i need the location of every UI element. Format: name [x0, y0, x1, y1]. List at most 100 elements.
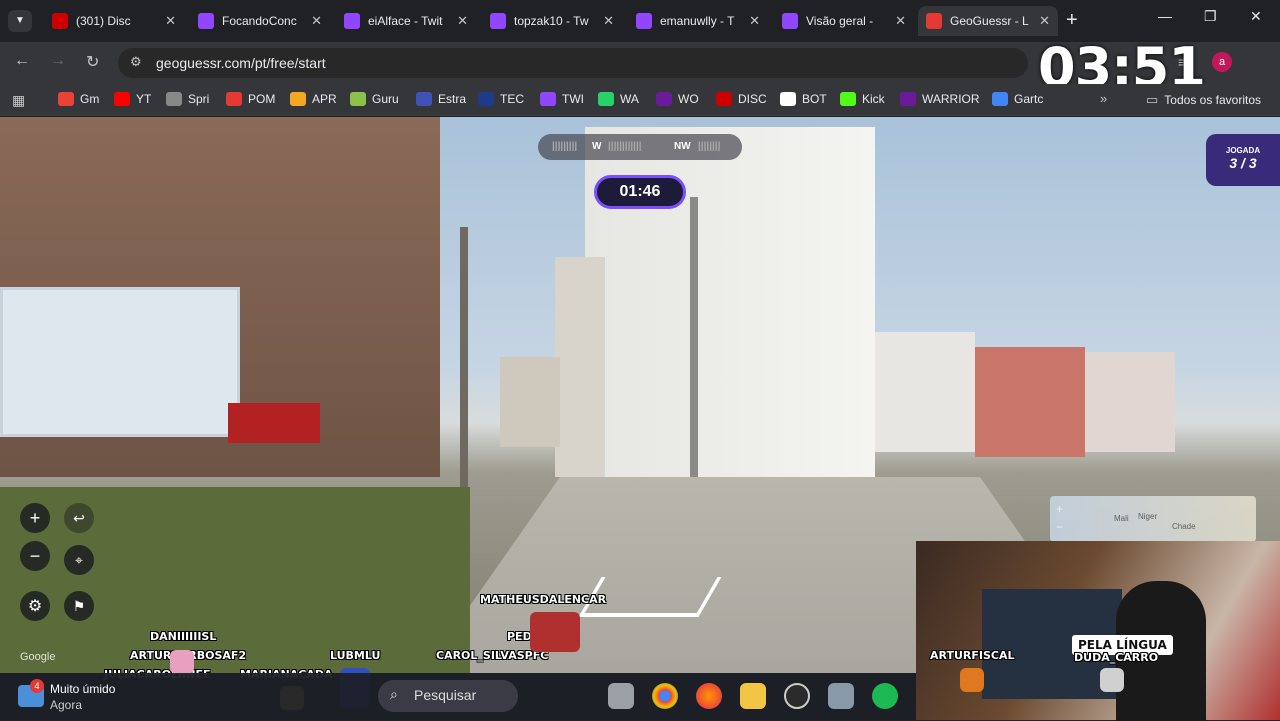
map-zoom-out-icon[interactable]: − — [1056, 520, 1063, 534]
undo-move-button[interactable]: ↩ — [64, 503, 94, 533]
bookmark-label: Gm — [80, 92, 100, 106]
bookmark-item[interactable]: Spri — [166, 92, 209, 106]
side-building — [555, 257, 605, 477]
browser-tab[interactable]: (301) Disc ✕ — [44, 6, 184, 36]
bot-icon — [780, 92, 796, 106]
bookmark-item[interactable]: Estra — [416, 92, 466, 106]
more-bookmarks-icon[interactable]: » — [1100, 91, 1107, 106]
viewer-sprite — [1100, 668, 1124, 692]
youtube-icon — [52, 13, 68, 29]
browser-tab[interactable]: Visão geral - ✕ — [774, 6, 914, 36]
estra-icon — [416, 92, 432, 106]
app-icon[interactable] — [828, 683, 854, 709]
round-counter: JOGADA 3 / 3 — [1206, 134, 1280, 186]
browser-tab[interactable]: eiAlface - Twit ✕ — [336, 6, 476, 36]
whatsapp-icon — [598, 92, 614, 106]
return-to-start-button[interactable]: ⌖ — [64, 545, 94, 575]
bookmark-item[interactable]: WA — [598, 92, 639, 106]
twitch-icon — [198, 13, 214, 29]
viewer-name: CAROL_SILVASPFC — [436, 649, 549, 662]
browser-tab[interactable]: FocandoConc ✕ — [190, 6, 330, 36]
bookmark-item[interactable]: DISC — [716, 92, 767, 106]
profile-avatar[interactable]: a — [1212, 52, 1232, 72]
weather-badge: 4 — [30, 679, 44, 693]
all-bookmarks-folder[interactable]: ▭ Todos os favoritos — [1146, 92, 1261, 108]
runner-icon — [290, 92, 306, 106]
reload-icon[interactable]: ↻ — [86, 52, 99, 72]
settings-gear-icon[interactable]: ⚙ — [20, 591, 50, 621]
task-view-icon[interactable] — [608, 683, 634, 709]
bookmark-item[interactable]: Gartc — [992, 92, 1043, 106]
close-tab-icon[interactable]: ✕ — [311, 13, 322, 29]
close-tab-icon[interactable]: ✕ — [603, 13, 614, 29]
apps-grid-icon[interactable]: ▦ — [12, 92, 25, 109]
taskbar-search[interactable]: ⌕ Pesquisar — [378, 680, 518, 712]
kick-icon — [840, 92, 856, 106]
bookmark-item[interactable]: Kick — [840, 92, 885, 106]
zoom-out-button[interactable]: − — [20, 541, 50, 571]
forward-icon[interactable]: → — [50, 52, 66, 70]
weather-widget[interactable]: Muito úmido Agora — [50, 681, 115, 713]
bookmark-item[interactable]: POM — [226, 92, 275, 106]
restore-button[interactable]: ❐ — [1204, 8, 1217, 25]
browser-tab[interactable]: emanuwlly - T ✕ — [628, 6, 768, 36]
bookmark-item[interactable]: YT — [114, 92, 151, 106]
search-icon: ⌕ — [390, 686, 398, 702]
tab-search-chevron-icon[interactable]: ▼ — [8, 10, 32, 32]
map-label-mali: Mali — [1114, 514, 1129, 523]
twitch-icon — [636, 13, 652, 29]
right-building-2 — [975, 347, 1085, 457]
youtube-icon — [114, 92, 130, 106]
globe-icon — [166, 92, 182, 106]
close-tab-icon[interactable]: ✕ — [895, 13, 906, 29]
bookmark-item[interactable]: TEC — [478, 92, 524, 106]
bookmark-item[interactable]: TWI — [540, 92, 584, 106]
flag-icon[interactable]: ⚑ — [64, 591, 94, 621]
bookmark-label: DISC — [738, 92, 767, 106]
obs-icon[interactable] — [784, 683, 810, 709]
all-bookmarks-label: Todos os favoritos — [1164, 93, 1262, 107]
bookmark-item[interactable]: WO — [656, 92, 699, 106]
bookmark-item[interactable]: APR — [290, 92, 337, 106]
round-timer: 01:46 — [594, 175, 686, 209]
back-icon[interactable]: ← — [14, 52, 30, 70]
bookmark-item[interactable]: WARRIOR — [900, 92, 980, 106]
viewer-sprite — [530, 612, 580, 652]
tab-title: emanuwlly - T — [660, 14, 735, 28]
browser-tab[interactable]: GeoGuessr - L ✕ — [918, 6, 1058, 36]
viewer-name: ARTURFISCAL — [930, 649, 1015, 662]
bookmark-label: BOT — [802, 92, 827, 106]
new-tab-button[interactable]: + — [1066, 9, 1078, 32]
close-tab-icon[interactable]: ✕ — [749, 13, 760, 29]
bookmark-item[interactable]: Guru — [350, 92, 399, 106]
windows-taskbar: 4 Muito úmido Agora ⌕ Pesquisar — [0, 673, 916, 720]
close-tab-icon[interactable]: ✕ — [1039, 13, 1050, 29]
site-info-icon[interactable]: ⚙ — [130, 54, 142, 70]
twitch-icon — [540, 92, 556, 106]
close-tab-icon[interactable]: ✕ — [457, 13, 468, 29]
twitch-icon — [782, 13, 798, 29]
map-label-chade: Chade — [1172, 522, 1196, 531]
close-tab-icon[interactable]: ✕ — [165, 13, 176, 29]
compass-west: W — [592, 141, 602, 152]
browser-tab[interactable]: topzak10 - Tw ✕ — [482, 6, 622, 36]
chrome-icon[interactable] — [652, 683, 678, 709]
zoom-in-button[interactable]: + — [20, 503, 50, 533]
map-zoom-in-icon[interactable]: + — [1056, 502, 1063, 516]
viewer-sprite — [960, 668, 984, 692]
billboard — [0, 287, 240, 437]
google-icon — [992, 92, 1008, 106]
guess-minimap[interactable]: + − Mali Niger Chade — [1050, 496, 1256, 542]
firefox-icon[interactable] — [696, 683, 722, 709]
url-text: geoguessr.com/pt/free/start — [156, 55, 326, 71]
bookmark-item[interactable]: Gm — [58, 92, 99, 106]
spotify-icon[interactable] — [872, 683, 898, 709]
close-window-button[interactable]: ✕ — [1250, 8, 1262, 25]
right-building-1 — [875, 332, 975, 452]
google-watermark: Google — [20, 651, 56, 663]
bookmark-item[interactable]: BOT — [780, 92, 827, 106]
weather-subtitle: Agora — [50, 698, 83, 712]
file-explorer-icon[interactable] — [740, 683, 766, 709]
minimize-button[interactable]: — — [1158, 8, 1172, 24]
address-bar[interactable]: ⚙ geoguessr.com/pt/free/start — [118, 48, 1028, 78]
